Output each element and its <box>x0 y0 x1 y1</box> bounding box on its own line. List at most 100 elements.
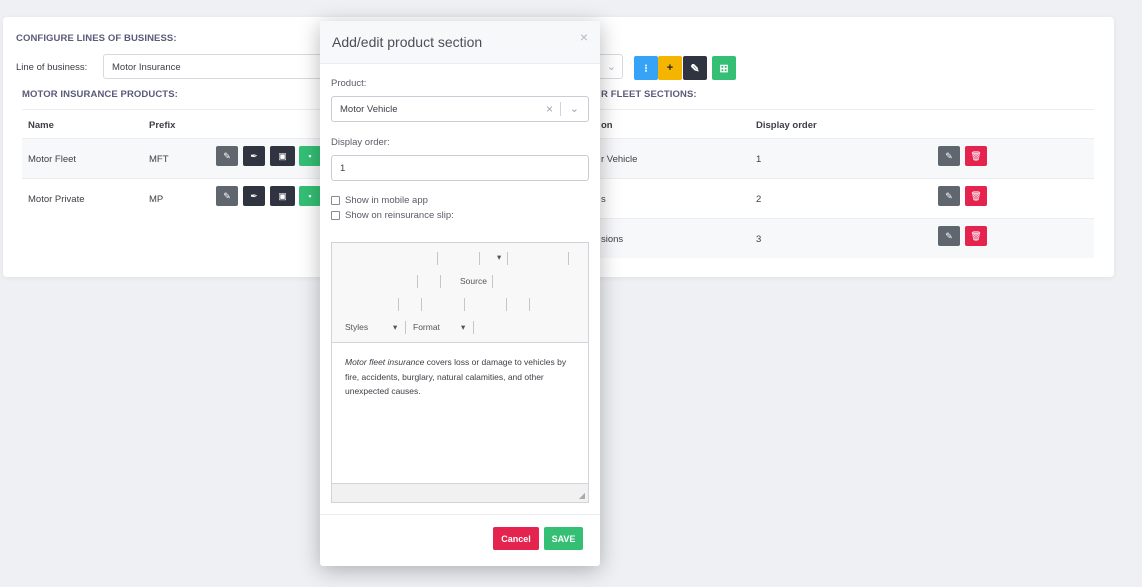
toolbar-separator <box>405 321 406 334</box>
section-name: r Vehicle <box>601 154 638 165</box>
rates-button[interactable]: ▣ <box>270 146 295 166</box>
product-prefix: MP <box>149 194 164 205</box>
pencil-icon: ✎ <box>223 150 231 161</box>
toolbar-separator <box>492 275 493 288</box>
delete-section-button[interactable]: 🗑 <box>965 146 987 166</box>
edit-sections-button[interactable]: ✒ <box>243 186 265 206</box>
toolbar-separator <box>568 252 569 265</box>
display-order-input[interactable]: 1 <box>331 155 589 181</box>
section-name: sions <box>601 234 624 245</box>
plus-square-icon: ⊞ <box>719 62 729 75</box>
toolbar-separator <box>529 298 530 311</box>
edit-product-button[interactable]: ✎ <box>216 186 238 206</box>
add-box-button[interactable]: ⊞ <box>712 56 736 80</box>
pen-icon: ✒ <box>250 190 258 201</box>
table-row <box>599 219 1094 258</box>
add-button[interactable]: + <box>658 56 682 80</box>
clear-icon[interactable]: × <box>546 102 553 116</box>
edit-sections-button[interactable]: ✒ <box>243 146 265 166</box>
dropdown-arrow-icon[interactable]: ▾ <box>497 252 501 263</box>
info-button[interactable]: ⁝ <box>634 56 658 80</box>
modal-title: Add/edit product section <box>332 34 483 50</box>
modal-footer-divider <box>320 514 600 515</box>
editor-toolbar: ▾ Source Styles ▾ Format ▾ <box>332 243 588 343</box>
close-icon[interactable]: × <box>580 29 588 45</box>
save-product-button[interactable]: ▪ <box>299 186 321 206</box>
delete-section-button[interactable]: 🗑 <box>965 226 987 246</box>
sections-title: R FLEET SECTIONS: <box>601 89 697 100</box>
product-select[interactable]: Motor Vehicle × ⌄ <box>331 96 589 122</box>
divider <box>599 178 1094 179</box>
toolbar-separator <box>421 298 422 311</box>
show-mobile-checkbox[interactable] <box>331 196 340 205</box>
styles-dropdown[interactable]: Styles <box>345 322 368 332</box>
editor-content[interactable]: Motor fleet insurance covers loss or dam… <box>345 355 577 399</box>
save-icon: ▪ <box>308 191 312 201</box>
toolbar-separator <box>479 252 480 265</box>
pencil-icon: ✎ <box>945 150 953 161</box>
product-value: Motor Vehicle <box>340 104 398 115</box>
edit-section-button[interactable]: ✎ <box>938 186 960 206</box>
format-label: Format <box>413 322 440 332</box>
column-header-display-order: Display order <box>756 120 817 131</box>
source-button[interactable]: Source <box>460 276 487 286</box>
product-section-modal: Add/edit product section × Product: Moto… <box>320 21 600 566</box>
edit-section-button[interactable]: ✎ <box>938 146 960 166</box>
show-reinsurance-checkbox[interactable] <box>331 211 340 220</box>
toolbar-separator <box>437 252 438 265</box>
money-icon: ▣ <box>278 190 287 201</box>
chevron-down-icon[interactable]: ⌄ <box>570 102 579 115</box>
product-name: Motor Private <box>28 194 85 205</box>
toolbar-separator <box>464 298 465 311</box>
product-prefix: MFT <box>149 154 169 165</box>
show-reinsurance-label: Show on reinsurance slip: <box>345 210 454 221</box>
show-mobile-label: Show in mobile app <box>345 195 428 206</box>
edit-icon: ✎ <box>690 62 700 75</box>
chevron-down-icon: ⌄ <box>606 61 616 73</box>
display-order-label: Display order: <box>331 137 390 148</box>
trash-icon: 🗑 <box>970 190 982 201</box>
products-title: MOTOR INSURANCE PRODUCTS: <box>22 89 178 100</box>
toolbar-separator <box>417 275 418 288</box>
toolbar-separator <box>440 275 441 288</box>
save-button[interactable]: SAVE <box>544 527 583 550</box>
section-name: s <box>601 194 606 205</box>
cancel-button[interactable]: Cancel <box>493 527 539 550</box>
save-product-button[interactable]: ▪ <box>299 146 321 166</box>
line-of-business-label: Line of business: <box>16 62 88 73</box>
divider <box>560 102 561 116</box>
delete-section-button[interactable]: 🗑 <box>965 186 987 206</box>
toolbar-separator <box>507 252 508 265</box>
column-header-name: Name <box>28 120 54 131</box>
chevron-down-icon[interactable]: ▾ <box>393 322 397 333</box>
display-order-value: 1 <box>340 163 346 174</box>
format-dropdown[interactable]: Format <box>413 322 440 332</box>
rich-text-editor: ▾ Source Styles ▾ Format ▾ Motor fleet i… <box>331 242 589 503</box>
rates-button[interactable]: ▣ <box>270 186 295 206</box>
pen-icon: ✒ <box>250 150 258 161</box>
toolbar-separator <box>398 298 399 311</box>
trash-icon: 🗑 <box>970 150 982 161</box>
edit-product-button[interactable]: ✎ <box>216 146 238 166</box>
styles-label: Styles <box>345 322 369 332</box>
save-icon: ▪ <box>308 151 312 161</box>
editor-italic-text: Motor fleet insurance <box>345 357 425 367</box>
edit-section-button[interactable]: ✎ <box>938 226 960 246</box>
divider <box>22 178 322 179</box>
divider <box>22 109 322 110</box>
editor-statusbar: ◢ <box>332 483 588 502</box>
plus-icon: + <box>666 62 674 74</box>
resize-grip-icon[interactable]: ◢ <box>579 491 585 500</box>
trash-icon: 🗑 <box>970 230 982 241</box>
product-name: Motor Fleet <box>28 154 77 165</box>
edit-button[interactable]: ✎ <box>683 56 707 80</box>
table-row <box>599 139 1094 178</box>
section-order: 1 <box>756 154 762 165</box>
chevron-down-icon[interactable]: ▾ <box>461 322 465 333</box>
pencil-icon: ✎ <box>945 190 953 201</box>
pencil-icon: ✎ <box>945 230 953 241</box>
configure-title: CONFIGURE LINES OF BUSINESS: <box>16 33 177 44</box>
pencil-icon: ✎ <box>223 190 231 201</box>
toolbar-separator <box>506 298 507 311</box>
money-icon: ▣ <box>278 150 287 161</box>
